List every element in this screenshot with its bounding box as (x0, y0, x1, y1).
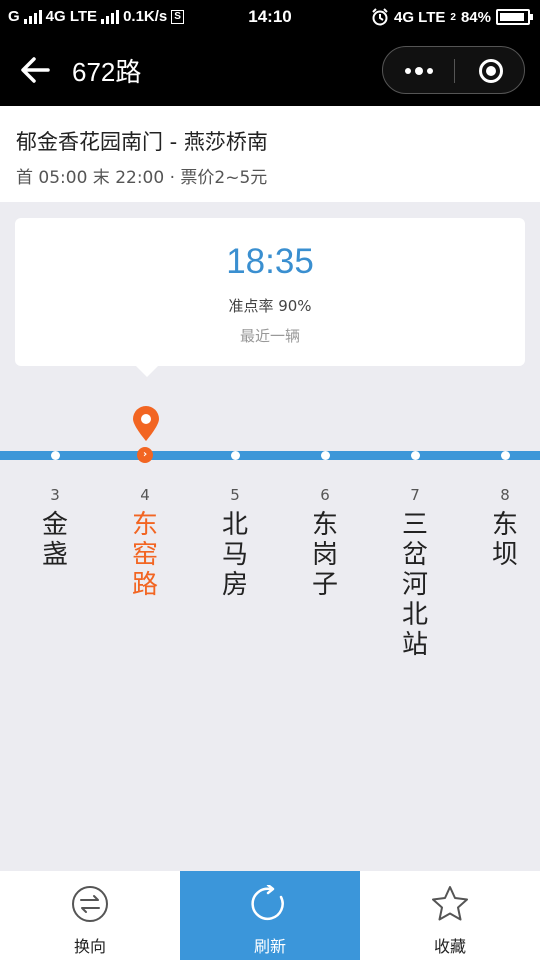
stop-name: 东岗子 (311, 510, 338, 600)
stop-name: 金盏 (41, 510, 68, 570)
refresh-button[interactable]: 刷新 (180, 871, 360, 960)
route-name: 郁金香花园南门 - 燕莎桥南 (16, 130, 268, 154)
back-arrow-icon[interactable] (18, 54, 54, 86)
nav-bar: 672路 (0, 34, 540, 106)
stop-name: 东窑路 (131, 510, 158, 600)
status-bar: G 4G LTE 0.1K/s S 14:10 4G LTE 2 84% (0, 0, 540, 34)
stop-number: 6 (320, 486, 330, 504)
stop-name: 北马房 (221, 510, 248, 600)
on-time-rate: 准点率 90% (228, 297, 312, 315)
mini-program-capsule (382, 46, 525, 94)
alarm-icon (372, 8, 388, 26)
more-dot (426, 68, 433, 74)
arrival-card: 18:35 准点率 90% 最近一辆 (15, 218, 525, 377)
refresh-icon (251, 885, 284, 920)
current-stop-marker: › (137, 447, 153, 463)
more-dot (414, 67, 423, 75)
switch-direction-label: 换向 (73, 937, 106, 956)
stop-dot (501, 451, 510, 460)
battery-percent: 84% (460, 8, 491, 26)
more-dot (404, 68, 411, 74)
route-meta: 首 05:00 末 22:00 · 票价2~5元 (16, 168, 268, 188)
stop-dot (321, 451, 330, 460)
favorite-label: 收藏 (433, 937, 466, 956)
switch-direction-button[interactable]: 换向 (0, 871, 180, 960)
stop-item[interactable]: 4 东窑路 (115, 486, 175, 600)
stop-item[interactable]: 8 东坝 (475, 486, 535, 570)
stop-item[interactable]: 5 北马房 (205, 486, 265, 600)
stop-number: 5 (230, 486, 240, 504)
route-header: 郁金香花园南门 - 燕莎桥南 首 05:00 末 22:00 · 票价2~5元 (0, 106, 540, 202)
target-icon (478, 59, 503, 83)
arrival-note: 最近一辆 (239, 327, 300, 345)
stop-item[interactable]: 3 金盏 (25, 486, 85, 570)
arrival-time: 18:35 (226, 242, 314, 281)
battery-icon (496, 9, 533, 25)
star-icon (432, 886, 468, 921)
close-button[interactable] (455, 47, 526, 95)
location-pin-icon (133, 406, 159, 441)
stop-item[interactable]: 6 东岗子 (295, 486, 355, 600)
stop-name: 东坝 (491, 510, 518, 570)
refresh-label: 刷新 (253, 937, 286, 956)
favorite-button[interactable]: 收藏 (360, 871, 540, 960)
status-right: 4G LTE 2 84% (371, 8, 533, 26)
stop-number: 4 (140, 486, 150, 504)
stop-number: 3 (50, 486, 60, 504)
more-button[interactable] (383, 47, 454, 95)
stop-dot (231, 451, 240, 460)
stop-dot (411, 451, 420, 460)
stop-dot (51, 451, 60, 460)
switch-direction-icon (72, 886, 108, 922)
stop-item[interactable]: 7 三岔河北站 (385, 486, 445, 660)
bottom-toolbar: 换向 刷新 收藏 (0, 871, 540, 960)
stop-name: 三岔河北站 (401, 510, 428, 660)
stop-number: 7 (410, 486, 420, 504)
network-type-right: 4G LTE (394, 8, 446, 26)
route-line (0, 451, 540, 460)
page-title: 672路 (72, 57, 142, 87)
stop-number: 8 (500, 486, 510, 504)
sim-index: 2 (450, 11, 456, 23)
